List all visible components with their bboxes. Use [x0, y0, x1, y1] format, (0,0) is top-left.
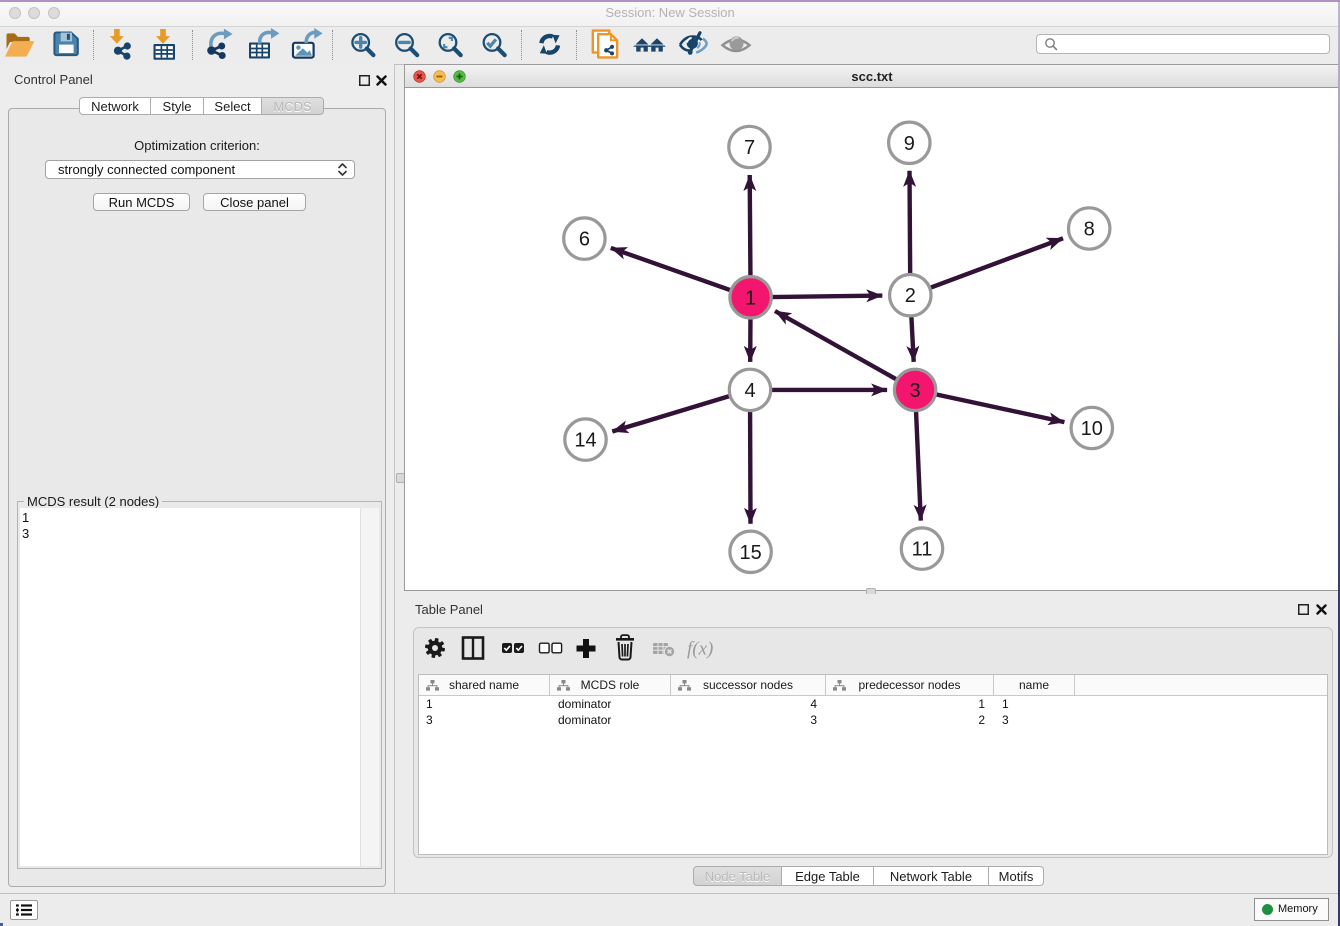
- svg-text:2: 2: [905, 285, 916, 307]
- svg-text:f(x): f(x): [687, 639, 713, 660]
- svg-text:15: 15: [739, 542, 761, 564]
- svg-text:8: 8: [1084, 219, 1095, 241]
- svg-text:14: 14: [574, 430, 596, 452]
- svg-text:4: 4: [744, 380, 755, 402]
- svg-text:7: 7: [744, 137, 755, 159]
- svg-text:11: 11: [912, 539, 933, 561]
- svg-text:3: 3: [910, 380, 921, 402]
- svg-text:1: 1: [745, 287, 756, 309]
- svg-text:9: 9: [904, 133, 915, 155]
- svg-text:10: 10: [1081, 418, 1103, 440]
- svg-text:6: 6: [579, 229, 590, 251]
